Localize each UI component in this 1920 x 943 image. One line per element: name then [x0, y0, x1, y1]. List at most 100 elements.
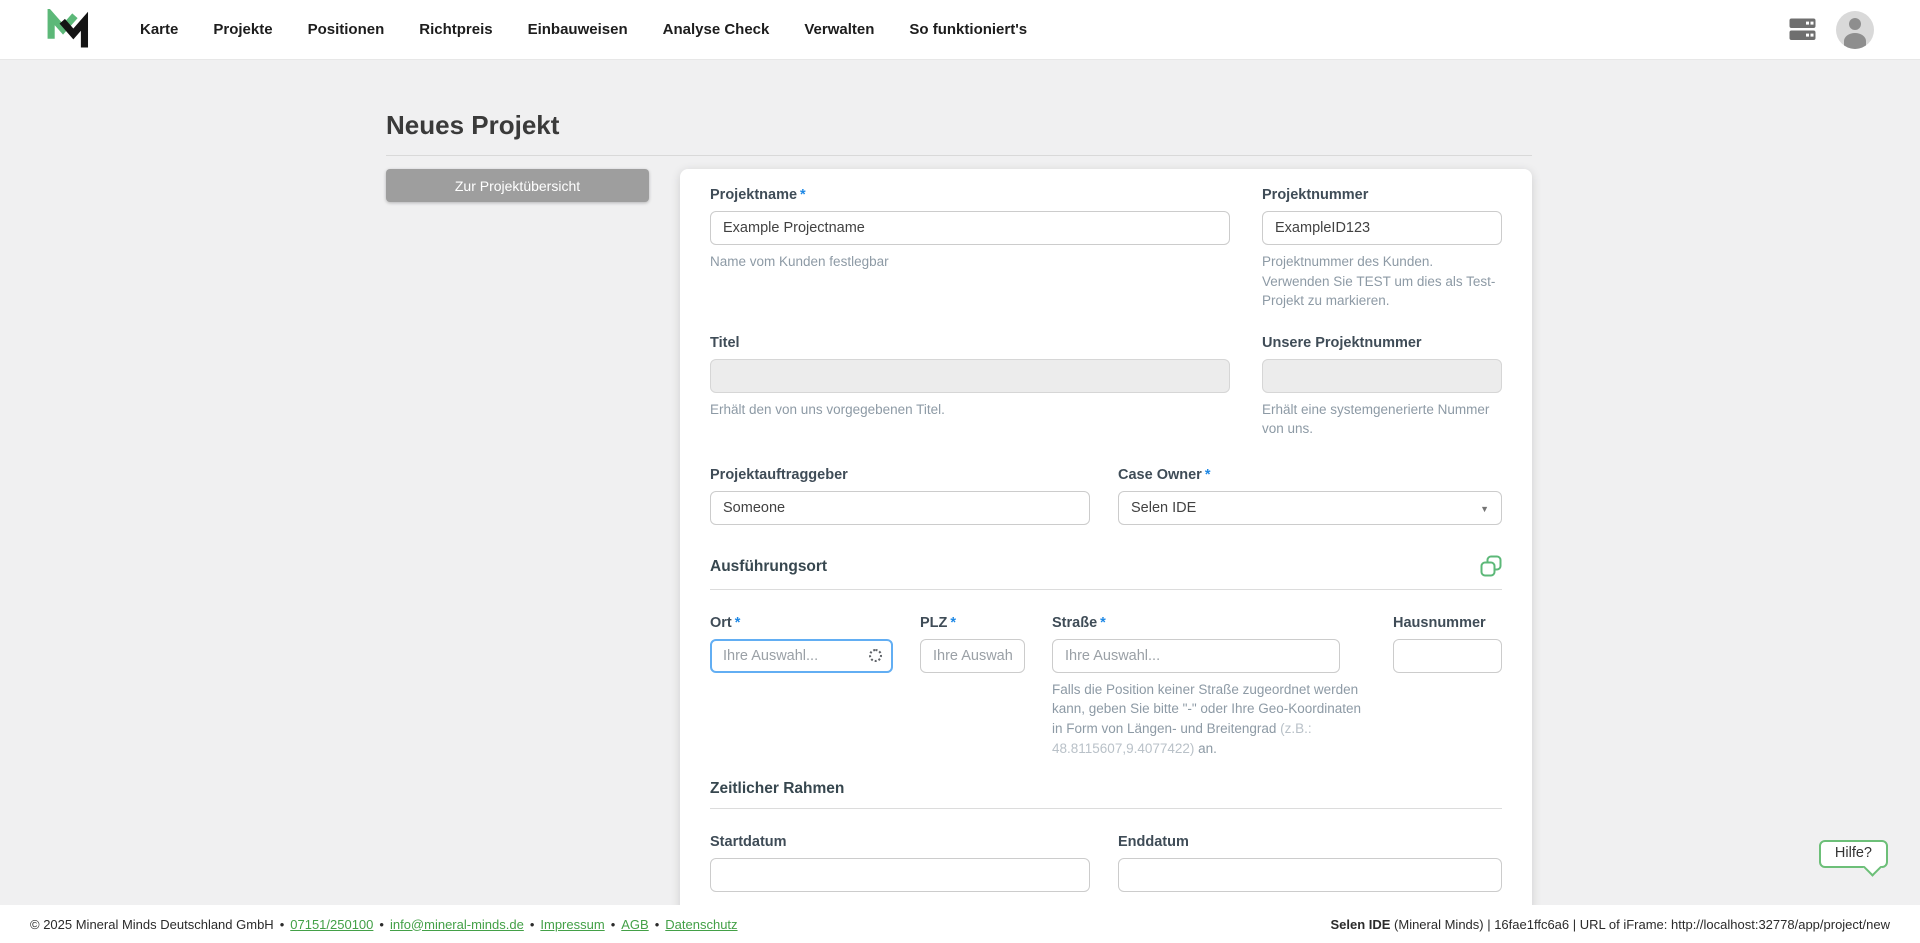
nav-item-positionen[interactable]: Positionen [308, 21, 385, 38]
projektname-label-text: Projektname [710, 187, 797, 203]
field-projektname: Projektname* Name vom Kunden festlegbar [710, 187, 1230, 311]
titel-label: Titel [710, 335, 1230, 351]
avatar-head-shape [1849, 18, 1861, 30]
case-owner-select[interactable]: Selen IDE ▼ [1118, 491, 1502, 525]
main-menu: Karte Projekte Positionen Richtpreis Ein… [140, 21, 1027, 38]
nav-item-verwalten[interactable]: Verwalten [804, 21, 874, 38]
nav-item-karte[interactable]: Karte [140, 21, 178, 38]
unsere-projektnummer-helper: Erhält eine systemgenerierte Nummer von … [1262, 400, 1502, 439]
loading-spinner-icon [869, 649, 882, 662]
footer-copyright: © 2025 Mineral Minds Deutschland GmbH [30, 917, 274, 932]
page-title: Neues Projekt [386, 110, 1532, 141]
field-strasse: Straße* Falls die Position keiner Straße… [1052, 615, 1340, 758]
help-button[interactable]: Hilfe? [1819, 840, 1888, 868]
unsere-projektnummer-input [1262, 359, 1502, 393]
footer-env-user: Selen IDE [1330, 917, 1390, 932]
section-ausfuehrungsort-header: Ausführungsort [710, 555, 1502, 590]
case-owner-label-text: Case Owner [1118, 467, 1202, 483]
nav-item-so-funktionierts[interactable]: So funktioniert's [909, 21, 1027, 38]
footer-separator: • [280, 917, 285, 932]
footer-email-link[interactable]: info@mineral-minds.de [390, 917, 524, 932]
unsere-projektnummer-label: Unsere Projektnummer [1262, 335, 1502, 351]
nav-item-einbauweisen[interactable]: Einbauweisen [528, 21, 628, 38]
strasse-helper-suffix: an. [1194, 741, 1217, 756]
user-avatar-icon[interactable] [1836, 11, 1874, 49]
hausnummer-label: Hausnummer [1393, 615, 1502, 631]
projektname-input[interactable] [710, 211, 1230, 245]
footer-agb-link[interactable]: AGB [621, 917, 648, 932]
projektauftraggeber-label: Projektauftraggeber [710, 467, 1090, 483]
footer: © 2025 Mineral Minds Deutschland GmbH • … [0, 905, 1920, 943]
footer-separator: • [655, 917, 660, 932]
field-unsere-projektnummer: Unsere Projektnummer Erhält eine systemg… [1262, 335, 1502, 439]
field-projektnummer: Projektnummer Projektnummer des Kunden. … [1262, 187, 1502, 311]
server-icon[interactable] [1789, 18, 1816, 41]
nav-right-controls [1789, 11, 1874, 49]
footer-phone-link[interactable]: 07151/250100 [290, 917, 373, 932]
field-plz: PLZ* [920, 615, 1025, 758]
enddatum-input[interactable] [1118, 858, 1502, 892]
back-to-project-overview-button[interactable]: Zur Projektübersicht [386, 169, 649, 202]
case-owner-selected-value: Selen IDE [1131, 500, 1196, 516]
chevron-down-icon: ▼ [1480, 504, 1489, 514]
footer-environment-info: Selen IDE (Mineral Minds) | 16fae1ffc6a6… [1330, 917, 1890, 932]
avatar-body-shape [1844, 33, 1866, 49]
required-marker: * [1205, 467, 1211, 483]
titel-input [710, 359, 1230, 393]
field-hausnummer: Hausnummer [1393, 615, 1502, 758]
ort-label-text: Ort [710, 615, 732, 631]
required-marker: * [800, 187, 806, 203]
projektnummer-input[interactable] [1262, 211, 1502, 245]
strasse-label-text: Straße [1052, 615, 1097, 631]
mineral-minds-logo[interactable] [44, 9, 90, 51]
plz-input[interactable] [920, 639, 1025, 673]
plz-label-text: PLZ [920, 615, 947, 631]
field-ort: Ort* [710, 615, 893, 758]
field-projektauftraggeber: Projektauftraggeber [710, 467, 1090, 525]
required-marker: * [1100, 615, 1106, 631]
footer-separator: • [611, 917, 616, 932]
nav-item-analyse-check[interactable]: Analyse Check [663, 21, 770, 38]
ort-label: Ort* [710, 615, 893, 631]
title-divider [386, 155, 1532, 156]
required-marker: * [735, 615, 741, 631]
hausnummer-input[interactable] [1393, 639, 1502, 673]
projektnummer-label: Projektnummer [1262, 187, 1502, 203]
footer-separator: • [379, 917, 384, 932]
logo-icon [44, 9, 90, 51]
section-zeitlicher-rahmen-title: Zeitlicher Rahmen [710, 780, 844, 798]
required-marker: * [950, 615, 956, 631]
projektname-label: Projektname* [710, 187, 1230, 203]
field-case-owner: Case Owner* Selen IDE ▼ [1118, 467, 1502, 525]
field-enddatum: Enddatum [1118, 834, 1502, 892]
new-project-form-card: Projektname* Name vom Kunden festlegbar … [680, 169, 1532, 905]
nav-item-projekte[interactable]: Projekte [213, 21, 272, 38]
main-content-area: Neues Projekt Zur Projektübersicht Proje… [0, 60, 1920, 905]
ort-input[interactable] [710, 639, 893, 673]
startdatum-input[interactable] [710, 858, 1090, 892]
left-column: Zur Projektübersicht [386, 169, 680, 202]
footer-legal: © 2025 Mineral Minds Deutschland GmbH • … [30, 917, 738, 932]
projektauftraggeber-input[interactable] [710, 491, 1090, 525]
footer-impressum-link[interactable]: Impressum [540, 917, 604, 932]
titel-helper: Erhält den von uns vorgegebenen Titel. [710, 400, 1230, 420]
strasse-label: Straße* [1052, 615, 1340, 631]
case-owner-label: Case Owner* [1118, 467, 1502, 483]
startdatum-label: Startdatum [710, 834, 1090, 850]
footer-env-details: (Mineral Minds) | 16fae1ffc6a6 | URL of … [1390, 917, 1890, 932]
enddatum-label: Enddatum [1118, 834, 1502, 850]
plz-label: PLZ* [920, 615, 1025, 631]
footer-separator: • [530, 917, 535, 932]
field-startdatum: Startdatum [710, 834, 1090, 892]
footer-datenschutz-link[interactable]: Datenschutz [665, 917, 737, 932]
copy-icon [1480, 555, 1502, 579]
copy-location-button[interactable] [1480, 555, 1502, 579]
projektnummer-helper: Projektnummer des Kunden. Verwenden Sie … [1262, 252, 1502, 311]
nav-item-richtpreis[interactable]: Richtpreis [419, 21, 492, 38]
section-zeitlicher-rahmen-header: Zeitlicher Rahmen [710, 780, 1502, 809]
top-navigation-bar: Karte Projekte Positionen Richtpreis Ein… [0, 0, 1920, 60]
strasse-input[interactable] [1052, 639, 1340, 673]
field-titel: Titel Erhält den von uns vorgegebenen Ti… [710, 335, 1230, 439]
projektname-helper: Name vom Kunden festlegbar [710, 252, 1230, 272]
strasse-helper-main: Falls die Position keiner Straße zugeord… [1052, 682, 1361, 736]
